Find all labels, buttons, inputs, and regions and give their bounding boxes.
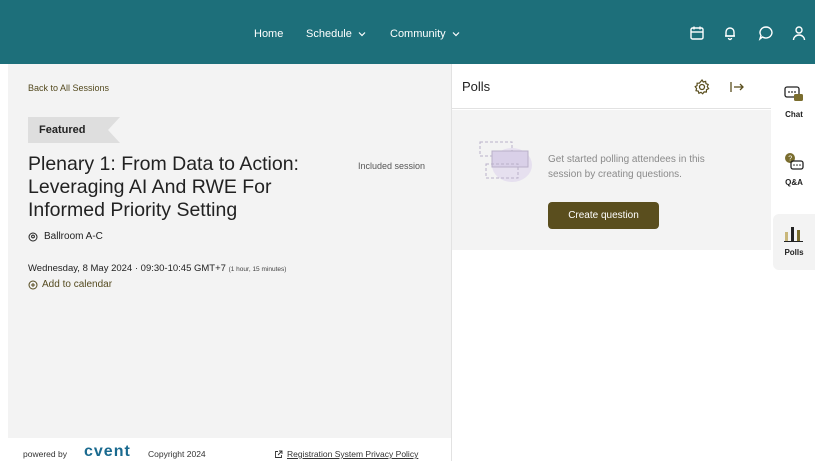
rail-item-polls[interactable]: Polls bbox=[773, 214, 815, 270]
location-pin-icon bbox=[28, 232, 38, 241]
polls-illustration-icon bbox=[476, 138, 536, 188]
gear-icon[interactable] bbox=[693, 78, 711, 96]
rail-polls-label: Polls bbox=[784, 248, 804, 257]
polls-title: Polls bbox=[462, 79, 491, 94]
session-location-text: Ballroom A-C bbox=[44, 231, 103, 242]
chevron-down-icon bbox=[452, 32, 460, 37]
external-link-icon bbox=[275, 450, 283, 458]
polls-empty-text: Get started polling attendees in this se… bbox=[548, 154, 705, 180]
polls-empty-state: Get started polling attendees in this se… bbox=[452, 110, 772, 250]
nav-schedule-label: Schedule bbox=[306, 28, 352, 40]
session-duration: (1 hour, 15 minutes) bbox=[228, 266, 287, 273]
rail-item-chat[interactable]: Chat bbox=[773, 84, 815, 140]
privacy-policy-link[interactable]: Registration System Privacy Policy bbox=[274, 449, 418, 459]
session-panel: Back to All Sessions Featured Plenary 1:… bbox=[8, 64, 451, 438]
polls-header: Polls bbox=[452, 64, 772, 109]
rail-item-qa[interactable]: ? Q&A bbox=[773, 152, 815, 208]
top-nav: Home Schedule Community bbox=[0, 0, 815, 64]
featured-badge: Featured bbox=[28, 117, 120, 143]
session-location: Ballroom A-C bbox=[28, 231, 103, 242]
bell-icon[interactable] bbox=[721, 24, 739, 42]
polls-bar-icon bbox=[784, 227, 803, 242]
qa-icon: ? bbox=[785, 153, 804, 170]
cvent-logo: cvent bbox=[84, 443, 131, 460]
calendar-icon[interactable] bbox=[688, 24, 706, 42]
copyright-text: Copyright 2024 bbox=[148, 449, 206, 459]
add-to-calendar-link[interactable]: Add to calendar bbox=[28, 279, 112, 290]
nav-home[interactable]: Home bbox=[254, 28, 283, 40]
nav-schedule[interactable]: Schedule bbox=[306, 28, 367, 40]
plus-circle-icon bbox=[28, 280, 38, 289]
privacy-policy-label: Registration System Privacy Policy bbox=[287, 449, 419, 459]
chat-icon bbox=[784, 86, 803, 101]
polls-panel: Polls Get started polling attendees in t… bbox=[451, 64, 772, 461]
nav-community[interactable]: Community bbox=[390, 28, 461, 40]
add-to-calendar-label: Add to calendar bbox=[42, 279, 113, 290]
powered-by-text: powered by bbox=[23, 449, 67, 459]
nav-community-label: Community bbox=[390, 28, 446, 40]
session-datetime-text: Wednesday, 8 May 2024 · 09:30-10:45 GMT+… bbox=[28, 263, 226, 274]
collapse-panel-icon[interactable] bbox=[728, 78, 746, 96]
user-icon[interactable] bbox=[790, 24, 808, 42]
session-datetime: Wednesday, 8 May 2024 · 09:30-10:45 GMT+… bbox=[28, 263, 286, 274]
chevron-down-icon bbox=[358, 32, 366, 37]
nav-home-label: Home bbox=[254, 28, 284, 40]
side-rail: Chat ? Q&A Polls bbox=[771, 64, 815, 461]
rail-qa-label: Q&A bbox=[785, 178, 803, 187]
footer: powered by cvent Copyright 2024 Registra… bbox=[8, 438, 451, 461]
back-to-sessions-link[interactable]: Back to All Sessions bbox=[28, 83, 109, 93]
session-title: Plenary 1: From Data to Action: Leveragi… bbox=[28, 153, 299, 221]
included-session-label: Included session bbox=[358, 161, 426, 171]
chat-bubble-icon[interactable] bbox=[757, 24, 775, 42]
create-question-button[interactable]: Create question bbox=[548, 202, 659, 229]
rail-chat-label: Chat bbox=[785, 110, 803, 119]
